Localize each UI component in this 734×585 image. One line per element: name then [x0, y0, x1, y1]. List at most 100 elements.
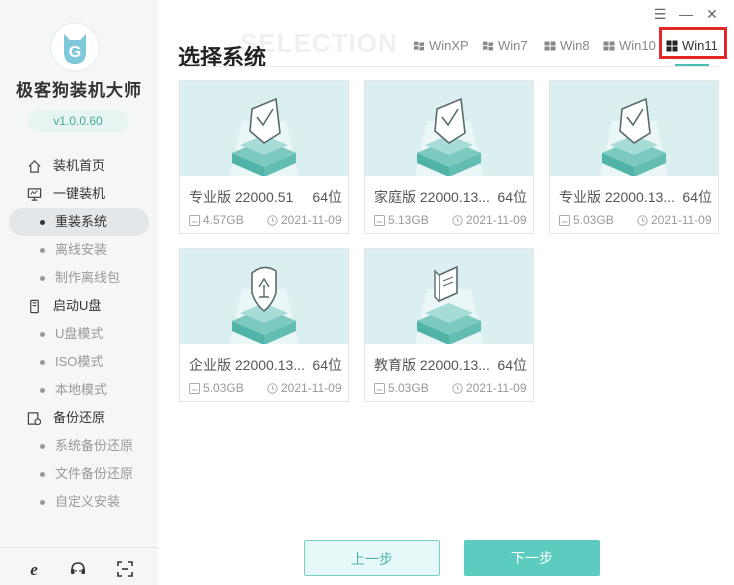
clock-icon [452, 382, 463, 394]
system-date: 2021-11-09 [466, 381, 527, 395]
bullet-icon [40, 220, 45, 225]
sidebar-item-iso-mode[interactable]: ISO模式 [0, 348, 158, 376]
windows-flag-icon [483, 41, 493, 51]
tab-winxp[interactable]: WinXP [413, 36, 469, 56]
scan-icon[interactable] [116, 560, 134, 578]
clock-icon [637, 214, 648, 226]
bullet-icon [40, 360, 45, 365]
system-card[interactable]: 企业版 22000.13... 64位 5.03GB 2021-11-09 [179, 248, 349, 402]
bullet-icon [40, 388, 45, 393]
next-button[interactable]: 下一步 [464, 540, 600, 576]
disk-icon [374, 214, 385, 226]
sidebar-item-label: 重装系统 [55, 214, 108, 229]
sidebar-item-file-backup[interactable]: 文件备份还原 [0, 460, 158, 488]
system-size: 4.57GB [203, 213, 244, 227]
windows-icon [544, 41, 556, 51]
disk-icon [559, 214, 570, 226]
sidebar-item-system-backup[interactable]: 系统备份还原 [0, 432, 158, 460]
system-meta: 4.57GB 2021-11-09 [189, 213, 342, 227]
windows-flag-icon [414, 41, 424, 51]
sidebar-item-reinstall[interactable]: 重装系统 [9, 208, 149, 236]
windows-icon [603, 41, 615, 51]
support-icon[interactable] [69, 560, 87, 578]
sidebar-item-offline-install[interactable]: 离线安装 [0, 236, 158, 264]
bullet-icon [40, 444, 45, 449]
page-title: 选择系统 [178, 45, 267, 70]
prev-button[interactable]: 上一步 [304, 540, 440, 576]
system-bits: 64位 [497, 189, 527, 205]
system-card[interactable]: 专业版 22000.13... 64位 5.03GB 2021-11-09 [549, 80, 719, 234]
version-badge: v1.0.0.60 [28, 110, 128, 132]
app-title: 极客狗装机大师 [16, 81, 142, 100]
system-card[interactable]: 专业版 22000.51 64位 4.57GB 2021-11-09 [179, 80, 349, 234]
sidebar-item-label: 备份还原 [53, 410, 106, 425]
system-card[interactable]: 教育版 22000.13... 64位 5.03GB 2021-11-09 [364, 248, 534, 402]
system-date: 2021-11-09 [281, 213, 342, 227]
sidebar-item-label: 制作离线包 [55, 270, 121, 285]
system-meta: 5.03GB 2021-11-09 [189, 381, 342, 395]
disk-icon [189, 214, 200, 226]
system-bits: 64位 [682, 189, 712, 205]
shield-enterprise-icon [230, 266, 298, 344]
sidebar-item-home[interactable]: 装机首页 [0, 152, 158, 180]
system-date: 2021-11-09 [651, 213, 712, 227]
clock-icon [267, 382, 278, 394]
sidebar-item-one-click-install[interactable]: 一键装机 [0, 180, 158, 208]
monitor-icon [27, 188, 42, 201]
sidebar: G 极客狗装机大师 v1.0.0.60 装机首页 一键装机 重装系统 离线安装 … [0, 0, 158, 585]
sidebar-footer: e [0, 547, 158, 585]
system-size: 5.03GB [573, 213, 614, 227]
shield-check-icon [230, 97, 298, 176]
system-date: 2021-11-09 [281, 381, 342, 395]
tab-win7[interactable]: Win7 [482, 36, 528, 56]
sidebar-item-label: 文件备份还原 [55, 466, 134, 481]
system-meta: 5.03GB 2021-11-09 [374, 381, 527, 395]
system-size: 5.13GB [388, 213, 429, 227]
sidebar-item-label: 一键装机 [53, 186, 106, 201]
sidebar-item-boot-usb[interactable]: 启动U盘 [0, 292, 158, 320]
svg-text:e: e [30, 560, 38, 578]
ie-icon[interactable]: e [25, 560, 43, 578]
home-icon [28, 160, 41, 173]
system-name: 企业版 22000.13... [189, 357, 305, 373]
sidebar-item-local-mode[interactable]: 本地模式 [0, 376, 158, 404]
tab-active-indicator [675, 64, 709, 66]
system-card[interactable]: 家庭版 22000.13... 64位 5.13GB 2021-11-09 [364, 80, 534, 234]
bullet-icon [40, 500, 45, 505]
disk-icon [189, 382, 200, 394]
sidebar-item-backup-restore[interactable]: 备份还原 [0, 404, 158, 432]
system-size: 5.03GB [388, 381, 429, 395]
tab-highlight-box [659, 27, 727, 59]
system-bits: 64位 [312, 189, 342, 205]
tab-win10[interactable]: Win10 [603, 36, 656, 56]
system-date: 2021-11-09 [466, 213, 527, 227]
sidebar-item-label: U盘模式 [55, 326, 104, 341]
system-illustration [365, 249, 533, 344]
system-meta: 5.03GB 2021-11-09 [559, 213, 712, 227]
book-icon [415, 265, 483, 344]
system-illustration [550, 81, 718, 176]
sidebar-item-label: 系统备份还原 [55, 438, 134, 453]
sidebar-item-custom-install[interactable]: 自定义安装 [0, 488, 158, 516]
bullet-icon [40, 276, 45, 281]
window-controls: ☰ — ✕ [652, 6, 720, 22]
minimize-icon[interactable]: — [678, 6, 694, 22]
shield-check-icon [600, 97, 668, 176]
sidebar-item-usb-mode[interactable]: U盘模式 [0, 320, 158, 348]
sidebar-item-make-offline-package[interactable]: 制作离线包 [0, 264, 158, 292]
close-icon[interactable]: ✕ [704, 6, 720, 22]
divider [178, 66, 718, 67]
system-bits: 64位 [497, 357, 527, 373]
sidebar-item-label: 装机首页 [53, 158, 106, 173]
bullet-icon [40, 248, 45, 253]
menu-icon[interactable]: ☰ [652, 6, 668, 22]
system-name: 教育版 22000.13... [374, 357, 490, 373]
sidebar-item-label: 离线安装 [55, 242, 108, 257]
shield-check-icon [415, 97, 483, 176]
disk-icon [374, 382, 385, 394]
usb-icon [30, 299, 39, 314]
tab-win8[interactable]: Win8 [544, 36, 590, 56]
sidebar-item-label: 启动U盘 [53, 298, 102, 313]
sidebar-item-label: 自定义安装 [55, 494, 121, 509]
bullet-icon [40, 472, 45, 477]
